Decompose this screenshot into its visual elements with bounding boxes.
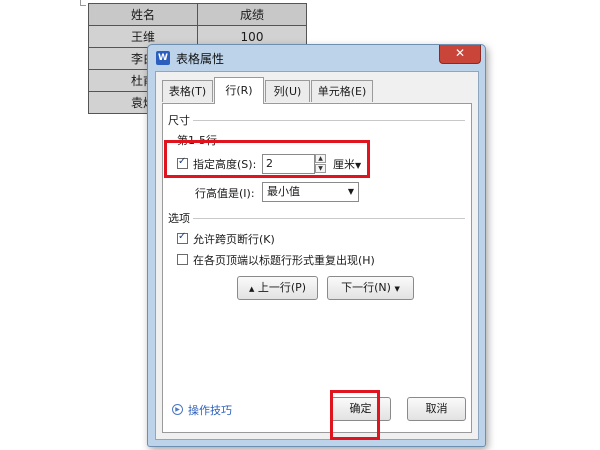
repeat-header-label: 在各页顶端以标题行形式重复出现(H) xyxy=(193,254,375,267)
repeat-header-checkbox[interactable] xyxy=(177,254,188,265)
play-icon[interactable]: ▶ xyxy=(172,404,183,415)
next-row-button[interactable]: 下一行(N) ▼ xyxy=(327,276,414,300)
row-height-mode-select[interactable]: 最小值 ▼ xyxy=(262,182,359,202)
row-height-mode-value: 最小值 xyxy=(267,185,300,198)
table-cell[interactable]: 姓名 xyxy=(88,3,198,26)
cancel-button[interactable]: 取消 xyxy=(407,397,466,421)
dialog-client-area: 表格(T) 行(R) 列(U) 单元格(E) 尺寸 第1-5行 指定高度(S):… xyxy=(155,71,479,440)
page-corner-mark xyxy=(80,0,86,6)
size-group-divider xyxy=(193,120,465,121)
table-row: 姓名 成绩 xyxy=(88,3,307,26)
wps-app-icon: W xyxy=(156,51,170,65)
arrow-down-icon: ▼ xyxy=(394,285,400,293)
options-group-divider xyxy=(193,218,465,219)
arrow-up-icon: ▲ xyxy=(248,285,255,293)
highlight-height-setting xyxy=(164,140,370,178)
row-height-mode-label: 行高值是(I): xyxy=(195,187,255,200)
dialog-titlebar[interactable]: W 表格属性 ✕ xyxy=(148,45,485,71)
tips-link[interactable]: 操作技巧 xyxy=(188,402,232,418)
dialog-title: 表格属性 xyxy=(176,52,225,66)
tab-row[interactable]: 行(R) xyxy=(214,77,264,104)
allow-break-label: 允许跨页断行(K) xyxy=(193,233,275,246)
previous-row-button[interactable]: ▲ 上一行(P) xyxy=(237,276,318,300)
chevron-down-icon: ▼ xyxy=(347,187,354,196)
table-properties-dialog: W 表格属性 ✕ 表格(T) 行(R) 列(U) 单元格(E) 尺寸 第1-5行… xyxy=(147,44,486,447)
highlight-ok-button xyxy=(330,390,380,440)
tab-column[interactable]: 列(U) xyxy=(265,80,310,102)
table-cell[interactable]: 成绩 xyxy=(197,3,307,26)
close-button[interactable]: ✕ xyxy=(439,45,481,64)
size-group-title: 尺寸 xyxy=(168,114,190,127)
options-group-title: 选项 xyxy=(168,212,190,225)
tab-cell[interactable]: 单元格(E) xyxy=(311,80,373,102)
tab-table[interactable]: 表格(T) xyxy=(162,80,213,102)
allow-break-checkbox[interactable] xyxy=(177,231,188,244)
previous-row-label: 上一行(P) xyxy=(257,281,307,294)
next-row-label: 下一行(N) xyxy=(341,281,391,294)
